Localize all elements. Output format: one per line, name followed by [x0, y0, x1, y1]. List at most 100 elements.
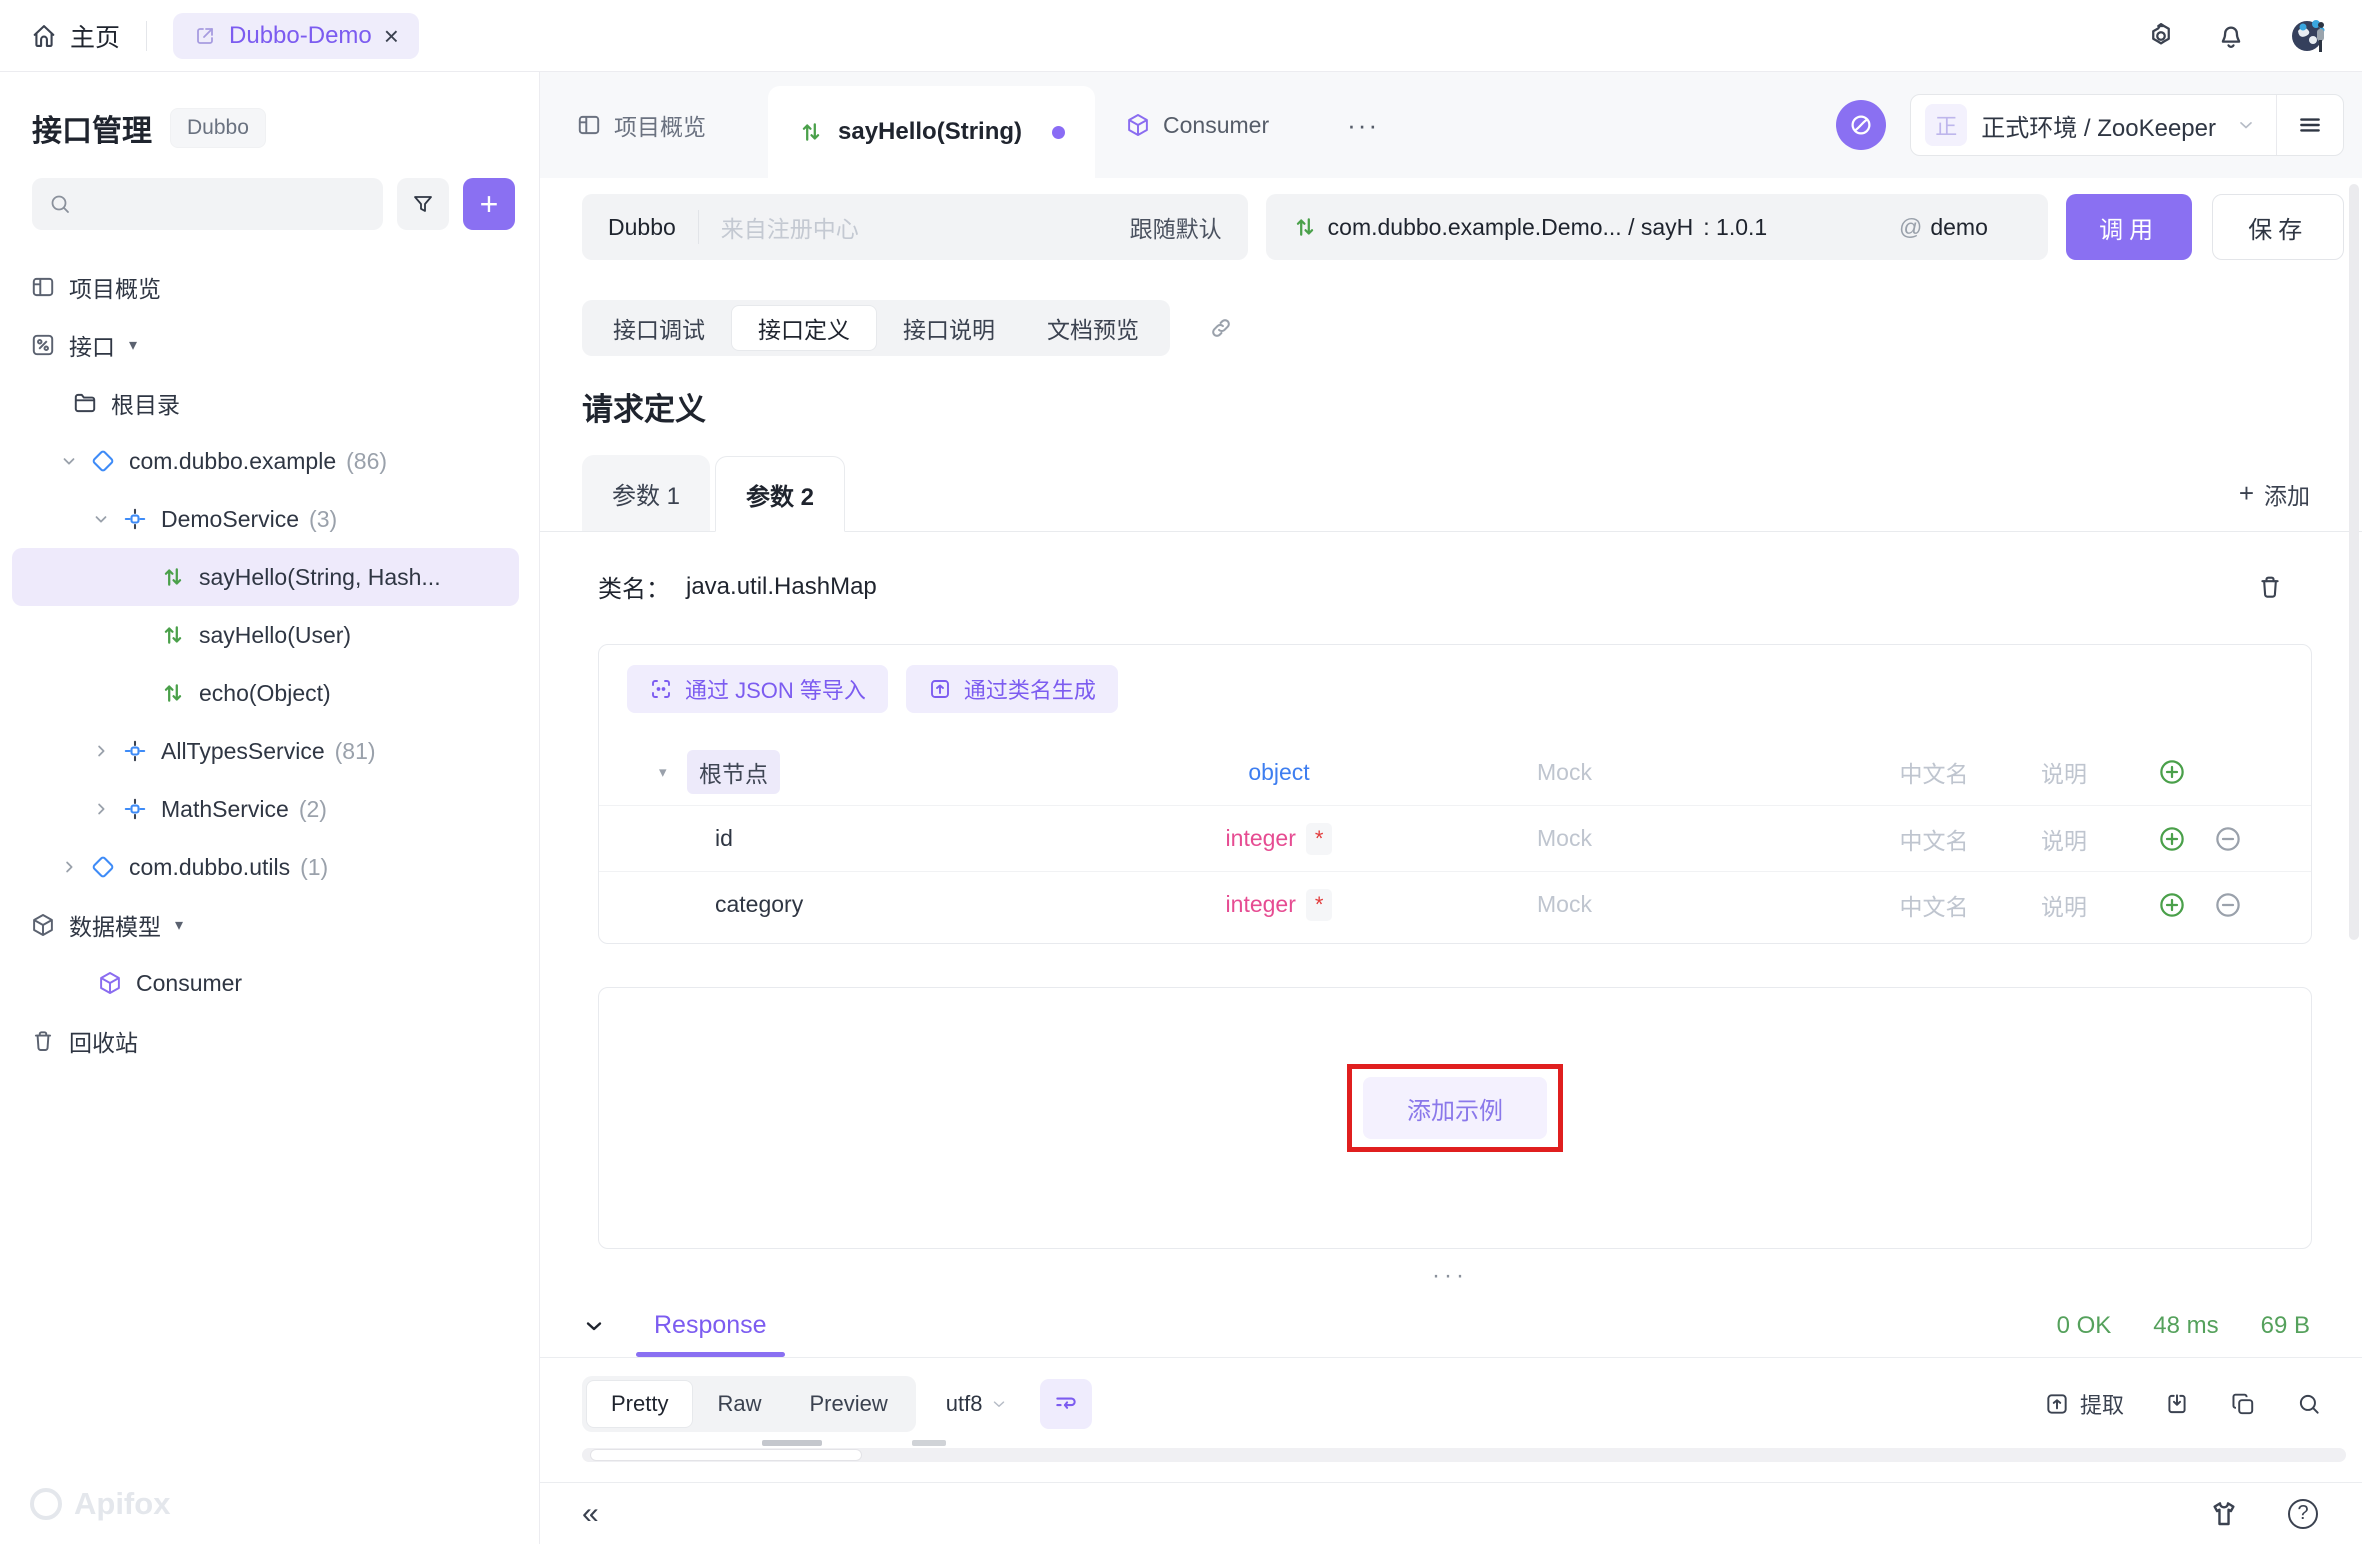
avatar[interactable] — [2286, 13, 2332, 59]
type-value[interactable]: integer — [1226, 825, 1296, 852]
response-tab[interactable]: Response — [646, 1294, 775, 1357]
caret-down-icon[interactable]: ▾ — [175, 915, 183, 935]
schema-field-row[interactable]: category integer * Mock 中文名 说明 — [599, 871, 2311, 937]
collapse-chevron-icon[interactable] — [582, 1314, 606, 1338]
subtab-define[interactable]: 接口定义 — [731, 305, 877, 351]
schema-root-row[interactable]: ▾ 根节点 object Mock 中文名 说明 — [599, 739, 2311, 805]
cn-name-placeholder[interactable]: 中文名 — [1859, 755, 2009, 789]
field-name[interactable]: id — [715, 825, 733, 852]
link-icon[interactable] — [1208, 315, 1234, 341]
tab-param-1[interactable]: 参数 1 — [582, 455, 710, 531]
help-question-icon[interactable]: ? — [2288, 1499, 2318, 1529]
sidebar-item-pkg-example[interactable]: com.dubbo.example (86) — [12, 432, 519, 490]
more-tabs-button[interactable]: ··· — [1347, 110, 1379, 141]
generate-from-classname-button[interactable]: 通过类名生成 — [906, 665, 1118, 713]
protocol-registry-group[interactable]: Dubbo 来自注册中心 跟随默认 — [582, 194, 1248, 260]
version-value: : 1.0.1 — [1703, 214, 1767, 241]
close-icon[interactable]: × — [384, 23, 399, 49]
copy-icon[interactable] — [2230, 1391, 2256, 1417]
horizontal-scrollbar[interactable] — [582, 1448, 2346, 1462]
sidebar-item-pkg-utils[interactable]: com.dubbo.utils (1) — [12, 838, 519, 896]
sidebar-item-trash[interactable]: 回收站 — [12, 1012, 519, 1070]
add-field-icon[interactable] — [2157, 824, 2187, 854]
chevron-right-icon[interactable] — [60, 858, 78, 876]
desc-placeholder[interactable]: 说明 — [2009, 888, 2119, 922]
sidebar-item-root-dir[interactable]: 根目录 — [12, 374, 519, 432]
add-field-icon[interactable] — [2157, 890, 2187, 920]
notifications-bell-icon[interactable] — [2216, 21, 2246, 51]
tab-param-2[interactable]: 参数 2 — [715, 456, 845, 532]
view-raw[interactable]: Raw — [693, 1380, 785, 1428]
settings-gear-icon[interactable] — [2146, 21, 2176, 51]
remove-field-icon[interactable] — [2213, 890, 2243, 920]
desc-placeholder[interactable]: 说明 — [2009, 822, 2119, 856]
chevron-right-icon[interactable] — [92, 800, 110, 818]
home-button[interactable]: 主页 — [30, 18, 120, 54]
add-param-button[interactable]: + 添加 — [2239, 477, 2310, 511]
sidebar-item-demo-service[interactable]: DemoService (3) — [12, 490, 519, 548]
sidebar-item-math-service[interactable]: MathService (2) — [12, 780, 519, 838]
filter-button[interactable] — [397, 178, 449, 230]
subtab-preview[interactable]: 文档预览 — [1021, 305, 1165, 351]
root-node-name[interactable]: 根节点 — [687, 750, 780, 794]
mock-placeholder[interactable]: Mock — [1399, 759, 1859, 786]
subtab-doc[interactable]: 接口说明 — [877, 305, 1021, 351]
tab-consumer[interactable]: Consumer — [1125, 112, 1269, 139]
caret-down-icon[interactable]: ▾ — [659, 763, 675, 781]
delete-param-trash-icon[interactable] — [2256, 573, 2284, 601]
search-input[interactable] — [32, 178, 383, 230]
tshirt-theme-icon[interactable] — [2208, 1498, 2240, 1530]
desc-placeholder[interactable]: 说明 — [2009, 755, 2119, 789]
import-from-json-button[interactable]: 通过 JSON 等导入 — [627, 665, 888, 713]
doc-tabstrip: 项目概览 sayHello(String) Consumer ··· 正 正式环… — [540, 72, 2362, 178]
env-menu-button[interactable] — [2277, 112, 2343, 138]
tab-project-overview[interactable]: 项目概览 — [576, 108, 706, 142]
classname-value[interactable]: java.util.HashMap — [686, 573, 877, 601]
type-value[interactable]: object — [1248, 759, 1309, 786]
add-new-button[interactable]: + — [463, 178, 515, 230]
word-wrap-button[interactable] — [1040, 1379, 1092, 1429]
search-icon[interactable] — [2296, 1391, 2322, 1417]
type-value[interactable]: integer — [1226, 891, 1296, 918]
item-count: (1) — [300, 854, 328, 881]
sidebar-item-data-model[interactable]: 数据模型 ▾ — [12, 896, 519, 954]
environment-selector[interactable]: 正 正式环境 / ZooKeeper — [1910, 94, 2344, 156]
download-icon[interactable] — [2164, 1391, 2190, 1417]
invoke-button[interactable]: 调用 — [2066, 194, 2193, 260]
view-preview[interactable]: Preview — [785, 1380, 911, 1428]
field-name[interactable]: category — [715, 891, 803, 918]
remove-field-icon[interactable] — [2213, 824, 2243, 854]
collapse-sidebar-button[interactable]: « — [582, 1499, 599, 1529]
sidebar-item-api[interactable]: 接口 ▾ — [12, 316, 519, 374]
mock-placeholder[interactable]: Mock — [1399, 825, 1859, 852]
mock-placeholder[interactable]: Mock — [1399, 891, 1859, 918]
scrollbar-thumb[interactable] — [590, 1449, 862, 1461]
chevron-down-icon[interactable] — [60, 452, 78, 470]
cn-name-placeholder[interactable]: 中文名 — [1859, 822, 2009, 856]
caret-down-icon[interactable]: ▾ — [129, 335, 137, 355]
sidebar-item-overview[interactable]: 项目概览 — [12, 258, 519, 316]
sidebar-item-sayhello-user[interactable]: sayHello(User) — [12, 606, 519, 664]
chevron-right-icon[interactable] — [92, 742, 110, 760]
encoding-select[interactable]: utf8 — [946, 1391, 1009, 1417]
package-diamond-icon — [90, 854, 116, 880]
service-method-field[interactable]: com.dubbo.example.Demo... / sayH : 1.0.1… — [1266, 194, 2048, 260]
sidebar-item-sayhello-string[interactable]: sayHello(String, Hash... — [12, 548, 519, 606]
tab-sayhello-active[interactable]: sayHello(String) — [768, 86, 1095, 178]
sidebar-item-alltypes-service[interactable]: AllTypesService (81) — [12, 722, 519, 780]
project-tab[interactable]: Dubbo-Demo × — [173, 13, 419, 59]
view-pretty[interactable]: Pretty — [586, 1380, 693, 1428]
schema-field-row[interactable]: id integer * Mock 中文名 说明 — [599, 805, 2311, 871]
sidebar-item-echo-object[interactable]: echo(Object) — [12, 664, 519, 722]
sync-button[interactable] — [1836, 100, 1886, 150]
subtab-debug[interactable]: 接口调试 — [587, 305, 731, 351]
sidebar-item-consumer[interactable]: Consumer — [12, 954, 519, 1012]
vertical-scrollbar-thumb[interactable] — [2349, 184, 2359, 940]
cn-name-placeholder[interactable]: 中文名 — [1859, 888, 2009, 922]
splitter-drag-handle[interactable]: ··· — [1415, 1262, 1485, 1290]
extract-button[interactable]: 提取 — [2044, 1388, 2124, 1420]
save-button[interactable]: 保存 — [2212, 194, 2344, 260]
chevron-down-icon[interactable] — [92, 510, 110, 528]
add-example-button[interactable]: 添加示例 — [1363, 1077, 1547, 1139]
add-field-icon[interactable] — [2157, 757, 2187, 787]
